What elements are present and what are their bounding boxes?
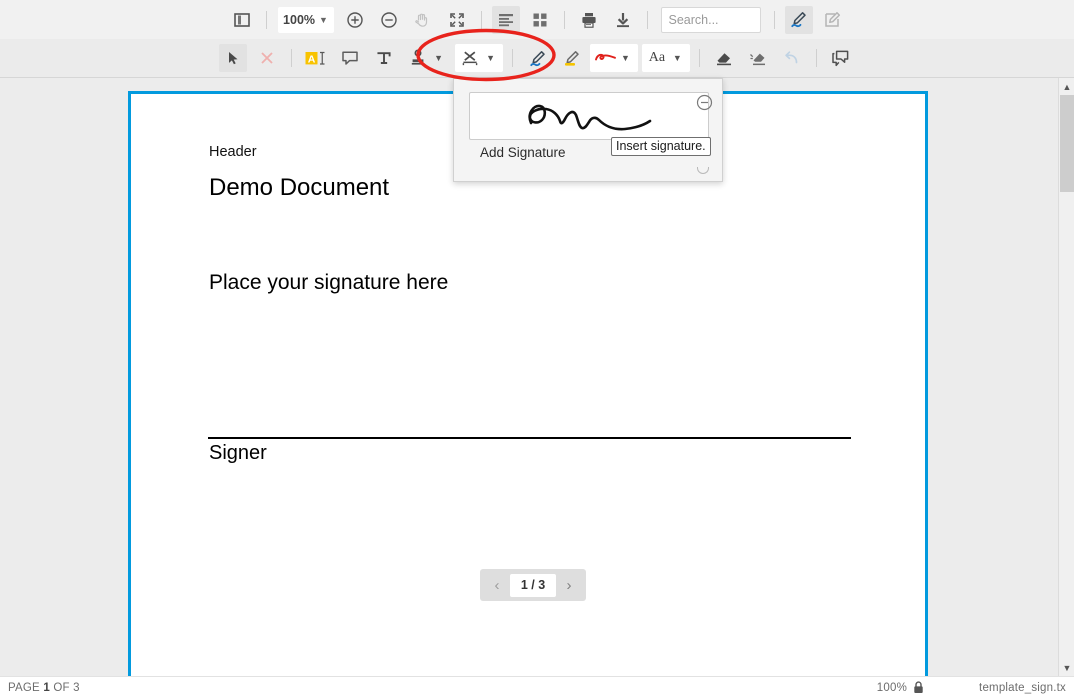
toolbar-divider xyxy=(646,10,648,29)
toolbar-divider xyxy=(480,10,482,29)
ink-stroke-icon xyxy=(592,45,618,71)
chevron-down-icon: ▼ xyxy=(621,53,630,63)
page-status-current: 1 xyxy=(43,681,50,694)
lock-icon xyxy=(913,681,924,694)
print-icon[interactable] xyxy=(575,6,603,34)
pdf-viewer-app: 100% ▼ Search... A ▼ ▼ ▼ Aa ▼ Header Dem… xyxy=(0,0,1074,698)
toolbar-divider xyxy=(698,49,700,67)
toolbar-divider xyxy=(773,10,775,29)
add-signature-button[interactable]: Add Signature xyxy=(480,145,566,160)
toolbar-divider xyxy=(512,49,513,67)
page-status: PAGE 1 OF 3 xyxy=(8,682,80,694)
toolbar-divider xyxy=(291,49,293,67)
page-indicator[interactable]: 1 / 3 xyxy=(510,573,556,597)
signature-dropdown-panel[interactable]: Add Signature Insert signature. xyxy=(453,78,723,182)
sidebar-panel-icon[interactable] xyxy=(228,6,256,34)
comment-bubble-icon[interactable] xyxy=(336,44,364,72)
page-navigation[interactable]: ‹ 1 / 3 › xyxy=(480,569,586,601)
svg-text:A: A xyxy=(308,53,316,65)
pen-icon[interactable] xyxy=(523,44,551,72)
annotation-toolbar: A ▼ ▼ ▼ Aa ▼ xyxy=(0,39,1074,78)
highlight-text-icon[interactable]: A xyxy=(302,44,330,72)
document-title: Demo Document xyxy=(209,174,390,201)
status-bar: PAGE 1 OF 3 100% template_sign.tx xyxy=(0,676,1074,698)
font-size-label: Aa xyxy=(648,50,666,65)
ink-style-dropdown[interactable]: ▼ xyxy=(590,44,638,72)
search-input[interactable] xyxy=(661,7,760,32)
grid-view-icon[interactable] xyxy=(526,6,554,34)
cursor-select-icon[interactable] xyxy=(219,44,248,72)
page-status-prefix: PAGE xyxy=(8,681,40,694)
edit-document-icon[interactable] xyxy=(819,6,847,34)
insert-signature-tooltip: Insert signature. xyxy=(611,137,711,156)
undo-icon[interactable] xyxy=(778,44,806,72)
toolbar-divider xyxy=(563,10,565,29)
annotate-pen-icon[interactable] xyxy=(784,5,813,34)
signature-tool-dropdown[interactable]: ▼ xyxy=(455,44,503,72)
delete-x-icon[interactable] xyxy=(253,44,281,72)
zoom-level-select[interactable]: 100% ▼ xyxy=(277,6,334,33)
scrollbar-thumb[interactable] xyxy=(1060,95,1074,192)
handwritten-signature-preview xyxy=(528,104,652,131)
page-status-total: 3 xyxy=(73,681,80,694)
eraser-all-icon[interactable] xyxy=(744,44,772,72)
filename-label: template_sign.tx xyxy=(979,681,1066,694)
document-signer-label: Signer xyxy=(209,442,267,464)
scroll-up-icon[interactable]: ▲ xyxy=(1059,78,1074,95)
signature-icon xyxy=(457,45,483,71)
toolbar-divider xyxy=(265,10,267,29)
eraser-icon[interactable] xyxy=(710,44,738,72)
font-style-dropdown[interactable]: Aa ▼ xyxy=(641,44,690,72)
single-page-view-icon[interactable] xyxy=(491,5,520,34)
status-zoom-value: 100% xyxy=(876,681,907,694)
scroll-down-icon[interactable]: ▼ xyxy=(1059,659,1074,676)
chevron-down-icon: ▼ xyxy=(434,53,444,63)
stamp-icon xyxy=(405,45,431,71)
zoom-level-value: 100% xyxy=(283,12,316,27)
next-page-button[interactable]: › xyxy=(558,573,580,597)
page-status-of: OF xyxy=(53,681,70,694)
fit-screen-icon[interactable] xyxy=(443,6,471,34)
signature-rule-line xyxy=(208,437,851,439)
status-zoom: 100% xyxy=(877,681,924,694)
notes-bubble-icon[interactable] xyxy=(827,44,855,72)
text-tool-icon[interactable] xyxy=(370,44,398,72)
chevron-down-icon: ▼ xyxy=(486,53,495,63)
search-box[interactable] xyxy=(660,6,761,33)
saved-signature-preview[interactable] xyxy=(469,92,709,140)
main-toolbar: 100% ▼ xyxy=(0,0,1074,39)
zoom-out-icon[interactable] xyxy=(375,6,403,34)
chevron-down-icon: ▼ xyxy=(319,14,328,25)
zoom-in-icon[interactable] xyxy=(341,6,369,34)
document-signature-prompt: Place your signature here xyxy=(209,271,449,294)
chevron-down-icon: ▼ xyxy=(672,53,682,63)
marker-highlighter-icon[interactable] xyxy=(557,44,585,72)
document-header-text: Header xyxy=(209,144,257,160)
stamp-tool-dropdown[interactable]: ▼ xyxy=(403,44,451,72)
remove-circle-icon[interactable] xyxy=(694,92,714,112)
pan-hand-icon[interactable] xyxy=(409,6,437,34)
vertical-scrollbar[interactable]: ▲ ▼ xyxy=(1058,78,1074,676)
toolbar-divider xyxy=(815,49,817,67)
previous-page-button[interactable]: ‹ xyxy=(486,573,508,597)
download-icon[interactable] xyxy=(609,6,637,34)
signature-handle xyxy=(697,167,709,174)
